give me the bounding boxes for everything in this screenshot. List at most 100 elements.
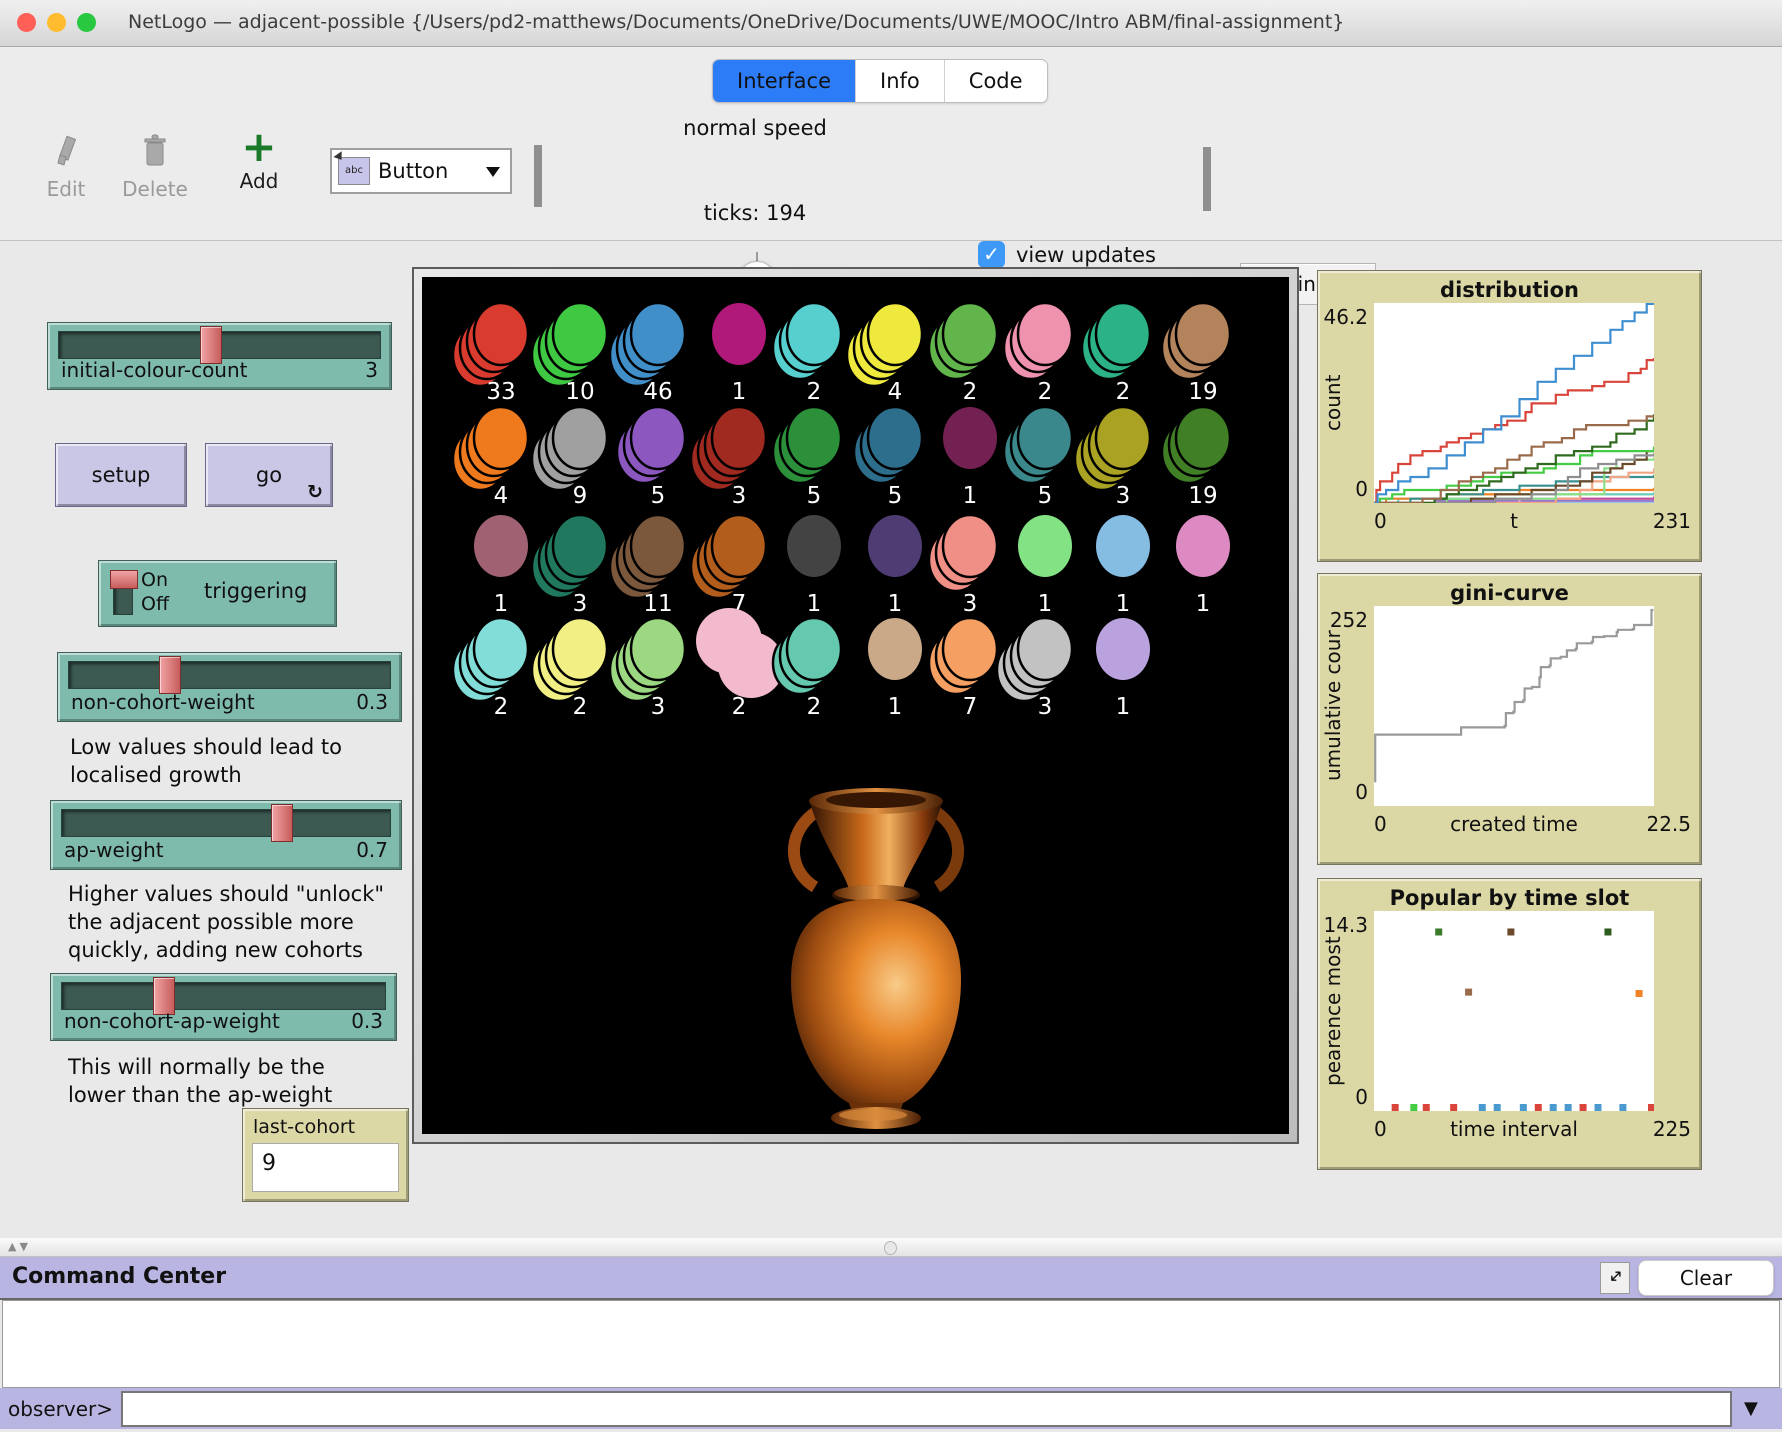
scatter-point xyxy=(1450,1104,1457,1111)
detach-button[interactable]: ↕ xyxy=(1600,1262,1630,1294)
maximize-icon[interactable] xyxy=(77,13,96,32)
slider-ap-weight[interactable]: ap-weight 0.7 xyxy=(50,800,402,870)
scatter-point xyxy=(1507,928,1514,935)
plot-distribution: distribution46.20count0t231 xyxy=(1317,270,1702,562)
note-non-cohort-weight: Low values should lead to localised grow… xyxy=(70,733,390,789)
scatter-point xyxy=(1565,1104,1572,1111)
scatter-point xyxy=(1619,1104,1626,1111)
diagonal-arrows-icon: ↕ xyxy=(1600,1262,1630,1292)
delete-button[interactable]: Delete xyxy=(120,131,190,201)
plot-title: Popular by time slot xyxy=(1318,886,1701,910)
plot-title: distribution xyxy=(1318,278,1701,302)
splitter-grip[interactable] xyxy=(884,1241,897,1255)
turtle-count-label: 1 xyxy=(1116,591,1131,617)
slider-handle[interactable] xyxy=(271,804,293,842)
turtle-count-label: 5 xyxy=(651,483,666,509)
scatter-point xyxy=(1410,1104,1417,1111)
plot-title: gini-curve xyxy=(1318,581,1701,605)
turtle-count-label: 1 xyxy=(963,483,978,509)
scatter-point xyxy=(1550,1104,1557,1111)
splitter-arrows-icon[interactable]: ▲▼ xyxy=(8,1240,31,1253)
clear-button[interactable]: Clear xyxy=(1638,1260,1774,1296)
widget-type-dropdown[interactable]: abc Button xyxy=(330,148,512,194)
turtle-count-label: 1 xyxy=(494,591,509,617)
scatter-point xyxy=(1392,1104,1399,1111)
y-axis-title: umulative cour xyxy=(1320,606,1346,806)
scatter-point xyxy=(1423,1104,1430,1111)
plot-gini-curve: gini-curve2520umulative cour0created tim… xyxy=(1317,573,1702,865)
plot-area xyxy=(1374,606,1654,806)
turtle-count-label: 2 xyxy=(494,694,509,720)
scatter-point xyxy=(1494,1104,1501,1111)
turtle-count-label: 2 xyxy=(1116,379,1131,405)
scatter-point xyxy=(1465,989,1472,996)
minimize-icon[interactable] xyxy=(47,13,66,32)
turtle-count-label: 1 xyxy=(1038,591,1053,617)
plot-area xyxy=(1374,303,1654,503)
tab-interface[interactable]: Interface xyxy=(713,60,855,102)
slider-label: non-cohort-ap-weight xyxy=(64,1009,280,1033)
slider-handle[interactable] xyxy=(159,656,181,694)
ticks-counter: ticks: 194 xyxy=(602,201,908,225)
slider-non-cohort-weight[interactable]: non-cohort-weight 0.3 xyxy=(57,652,402,722)
x-axis-max-label: 22.5 xyxy=(1646,812,1691,836)
turtle-count-label: 3 xyxy=(651,694,666,720)
slider-track[interactable] xyxy=(61,982,386,1010)
turtle-count-label: 5 xyxy=(888,483,903,509)
tab-bar: Interface Info Code xyxy=(0,47,1782,113)
turtle-count-label: 7 xyxy=(963,694,978,720)
slider-value: 3 xyxy=(365,358,378,382)
triggering-switch[interactable]: On Off triggering xyxy=(98,560,337,627)
switch-off-label: Off xyxy=(141,592,169,616)
title-bar: NetLogo — adjacent-possible {/Users/pd2-… xyxy=(0,0,1782,47)
go-button[interactable]: go ↻ xyxy=(205,443,333,507)
turtle-count-label: 3 xyxy=(732,483,747,509)
history-dropdown-icon[interactable]: ▼ xyxy=(1744,1398,1758,1419)
tab-code[interactable]: Code xyxy=(944,60,1047,102)
trash-icon xyxy=(120,131,190,177)
world-view-canvas[interactable]: 3310461242221949535515319131171131112232… xyxy=(422,277,1289,1134)
add-button[interactable]: + Add xyxy=(232,123,286,193)
slider-label: ap-weight xyxy=(64,838,164,862)
scatter-point xyxy=(1535,1104,1542,1111)
toolbar: Edit Delete + Add abc Button normal spee… xyxy=(0,113,1782,241)
scatter-point xyxy=(1648,1104,1654,1111)
slider-label: initial-colour-count xyxy=(61,358,248,382)
switch-knob[interactable] xyxy=(110,570,138,589)
slider-track[interactable] xyxy=(61,809,391,837)
turtle-count-label: 5 xyxy=(807,483,822,509)
slider-non-cohort-ap-weight[interactable]: non-cohort-ap-weight 0.3 xyxy=(50,973,397,1041)
edit-button[interactable]: Edit xyxy=(36,131,96,201)
turtle-count-label: 2 xyxy=(807,379,822,405)
x-axis-max-label: 231 xyxy=(1653,509,1691,533)
scatter-point xyxy=(1479,1104,1486,1111)
plot-popular-by-time-slot: Popular by time slot14.30pearence most0t… xyxy=(1317,878,1702,1170)
command-output-area xyxy=(2,1300,1780,1388)
slider-track[interactable] xyxy=(68,661,391,689)
turtle-count-label: 1 xyxy=(888,694,903,720)
forever-icon: ↻ xyxy=(307,482,323,502)
switch-channel[interactable] xyxy=(113,571,133,615)
turtle-count-label: 3 xyxy=(1038,694,1053,720)
view-updates-checkbox[interactable]: ✓ xyxy=(978,241,1005,268)
view-updates-label: view updates xyxy=(1016,243,1156,267)
go-label: go xyxy=(256,463,282,487)
slider-initial-colour-count[interactable]: initial-colour-count 3 xyxy=(47,322,392,390)
turtle-count-label: 2 xyxy=(732,694,747,720)
scatter-point xyxy=(1580,1104,1587,1111)
note-ap-weight: Higher values should "unlock" the adjace… xyxy=(68,880,428,964)
close-icon[interactable] xyxy=(17,13,36,32)
turtle-count-label: 4 xyxy=(888,379,903,405)
check-icon: ✓ xyxy=(983,242,1000,266)
switch-on-label: On xyxy=(141,568,169,592)
command-center-header: Command Center ↕ Clear xyxy=(0,1257,1782,1300)
slider-track[interactable] xyxy=(58,331,381,359)
setup-button[interactable]: setup xyxy=(55,443,187,507)
command-center-splitter[interactable]: ▲▼ xyxy=(0,1238,1782,1257)
world-view[interactable]: 3310461242221949535515319131171131112232… xyxy=(412,267,1299,1144)
observer-prompt: observer> xyxy=(0,1397,121,1421)
turtle-count-label: 11 xyxy=(643,591,672,617)
command-input[interactable] xyxy=(121,1391,1732,1427)
tab-info[interactable]: Info xyxy=(855,60,944,102)
turtle-count-label: 3 xyxy=(963,591,978,617)
